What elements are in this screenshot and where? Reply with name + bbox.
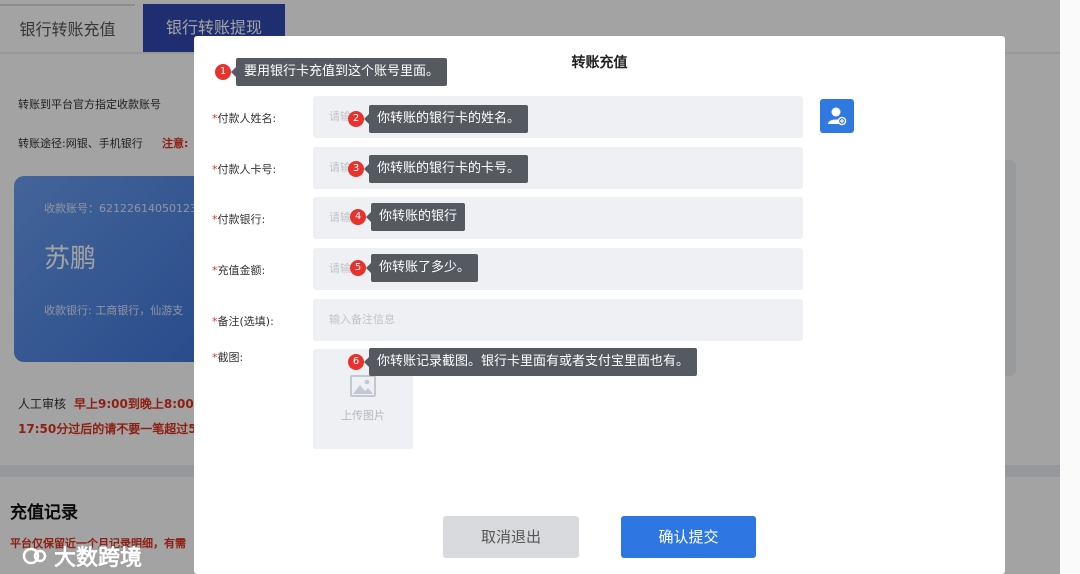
annotation-number: 2 [348,111,364,127]
annotation-number: 6 [348,354,364,370]
amount-label: *充值金额: [212,264,266,277]
payer-bank-label: *付款银行: [212,213,266,226]
annotation-1: 1 要用银行卡充值到这个账号里面。 [215,58,448,86]
annotation-text: 你转账的银行 [365,203,466,231]
payer-card-label: *付款人卡号: [212,163,277,176]
remark-input[interactable]: 输入备注信息 [313,299,803,341]
annotation-text: 要用银行卡充值到这个账号里面。 [230,58,448,86]
select-contact-button[interactable] [820,99,854,133]
annotation-number: 3 [348,161,364,177]
annotation-text: 你转账记录截图。银行卡里面有或者支付宝里面也有。 [363,348,698,376]
annotation-2: 2 你转账的银行卡的姓名。 [348,105,529,133]
annotation-text: 你转账的银行卡的卡号。 [363,155,529,183]
upload-image-label: 上传图片 [341,409,385,422]
scrollbar[interactable] [1060,0,1080,574]
annotation-6: 6 你转账记录截图。银行卡里面有或者支付宝里面也有。 [348,348,698,376]
watermark-text: 大数跨境 [54,546,143,571]
transfer-recharge-dialog: 转账充值 *付款人姓名: 请输 *付款人卡号: 请输 *付款银行: 请输 *充值… [194,36,1005,574]
cancel-button[interactable]: 取消退出 [443,516,579,558]
brand-logo-icon [22,547,47,565]
annotation-number: 4 [350,209,366,225]
annotation-3: 3 你转账的银行卡的卡号。 [348,155,529,183]
annotation-number: 5 [350,260,366,276]
screenshot-label: *截图: [212,351,244,364]
remark-label: *备注(选填): [212,315,274,328]
annotation-5: 5 你转账了多少。 [350,254,479,282]
confirm-submit-button[interactable]: 确认提交 [621,516,756,558]
annotation-text: 你转账的银行卡的姓名。 [363,105,529,133]
watermark: 大数跨境 [22,540,142,572]
payer-name-label: *付款人姓名: [212,112,277,125]
annotation-number: 1 [215,64,231,80]
add-user-icon [828,107,847,126]
annotation-text: 你转账了多少。 [365,254,479,282]
image-icon [350,375,376,397]
annotation-4: 4 你转账的银行 [350,203,466,231]
